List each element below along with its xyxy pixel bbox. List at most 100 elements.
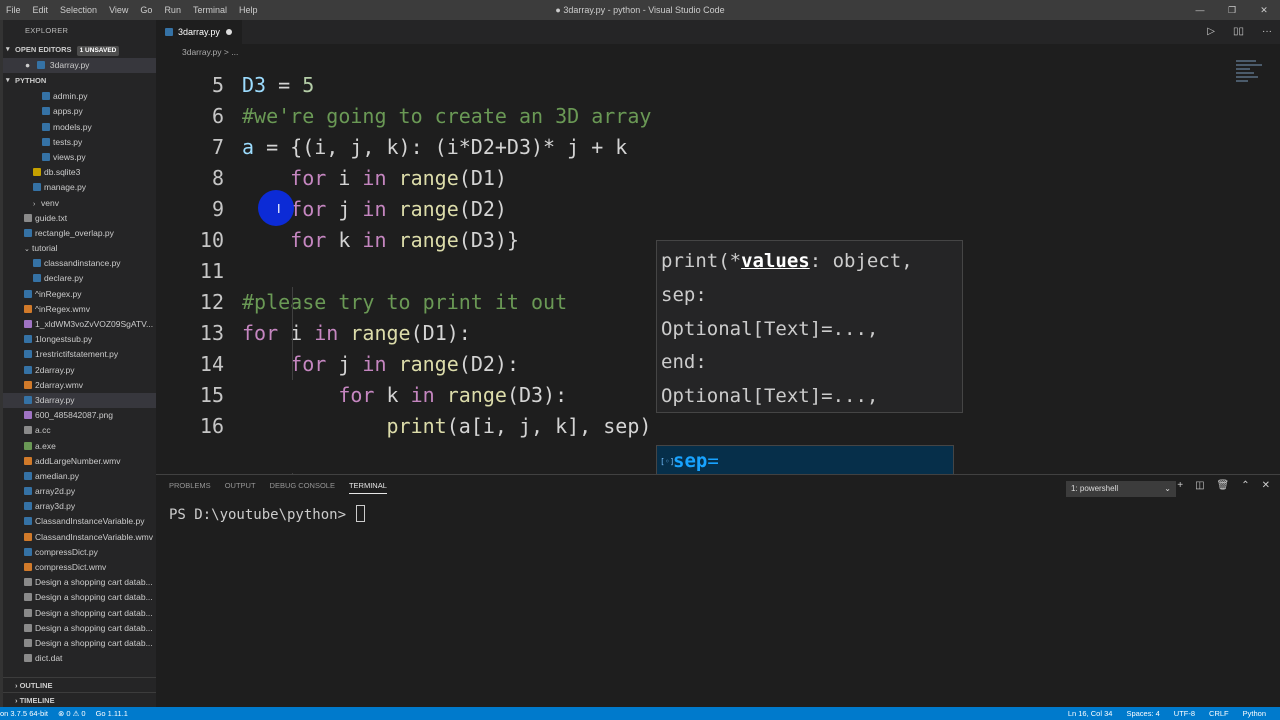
cursor-position[interactable]: Ln 16, Col 34 [1068, 707, 1113, 720]
outline-section[interactable]: › OUTLINE [3, 677, 156, 692]
file-tree-item[interactable]: compressDict.py [3, 545, 156, 560]
file-tree-item[interactable]: guide.txt [3, 211, 156, 226]
tab-output[interactable]: OUTPUT [225, 481, 256, 494]
code-line[interactable]: 6 #we're going to create an 3D array [156, 101, 1216, 132]
vid-file-icon [24, 563, 32, 571]
menu-item[interactable]: Go [134, 0, 158, 20]
close-icon[interactable]: ✕ [1248, 0, 1280, 20]
file-tree-item[interactable]: array2d.py [3, 484, 156, 499]
file-tree-item[interactable]: ⌄ tutorial [3, 241, 156, 256]
file-tree-item[interactable]: amedian.py [3, 469, 156, 484]
menu-item[interactable]: Edit [27, 0, 55, 20]
line-number: 6 [211, 104, 224, 128]
code-text: for j in range(D2): [242, 349, 519, 380]
problems-count[interactable]: ⊗ 0 ⚠ 0 [58, 707, 86, 720]
file-tree-item[interactable]: ^inRegex.wmv [3, 302, 156, 317]
file-tree-item[interactable]: declare.py [3, 271, 156, 286]
split-terminal-icon[interactable]: ◫ [1195, 480, 1204, 491]
file-tree-item[interactable]: 2darray.py [3, 363, 156, 378]
file-tree-item[interactable]: views.py [3, 150, 156, 165]
file-tree-item[interactable]: 2darray.wmv [3, 378, 156, 393]
code-line[interactable]: 5 D3 = 5 [156, 70, 1216, 101]
file-tree-item[interactable]: Design a shopping cart datab... [3, 636, 156, 651]
file-tree-item[interactable]: 1longestsub.py [3, 332, 156, 347]
tab-debug-console[interactable]: DEBUG CONSOLE [270, 481, 335, 494]
file-tree-item[interactable]: array3d.py [3, 499, 156, 514]
minimize-icon[interactable]: — [1184, 0, 1216, 20]
indentation[interactable]: Spaces: 4 [1126, 707, 1159, 720]
file-tree-item[interactable]: ^inRegex.py [3, 287, 156, 302]
tab-terminal[interactable]: TERMINAL [348, 481, 387, 494]
open-editors-section[interactable]: ▾ OPEN EDITORS 1 UNSAVED [3, 42, 156, 58]
file-tree-item[interactable]: compressDict.wmv [3, 560, 156, 575]
code-line[interactable]: 8 for i in range(D1) [156, 163, 1216, 194]
menu-item[interactable]: Terminal [187, 0, 233, 20]
file-tree-item[interactable]: a.exe [3, 439, 156, 454]
file-tree-item[interactable]: apps.py [3, 104, 156, 119]
py-file-icon [24, 517, 32, 526]
file-tree-item[interactable]: › venv [3, 196, 156, 211]
code-line[interactable]: 16 print(a[i, j, k], sep) [156, 411, 1216, 442]
tab-3darray[interactable]: 3darray.py [156, 20, 242, 44]
file-name: a.cc [35, 425, 51, 436]
maximize-panel-icon[interactable]: ⌃ [1241, 480, 1249, 491]
menu-item[interactable]: File [0, 0, 27, 20]
minimap[interactable] [1236, 60, 1266, 474]
open-editor-item[interactable]: ● 3darray.py [3, 58, 156, 74]
file-tree-item[interactable]: 600_485842087.png [3, 408, 156, 423]
terminal-select[interactable]: 1: powershell ⌄ [1066, 481, 1176, 497]
file-name: Design a shopping cart datab... [35, 622, 153, 633]
file-tree-item[interactable]: ClassandInstanceVariable.wmv [3, 530, 156, 545]
file-tree-item[interactable]: 1restrictifstatement.py [3, 347, 156, 362]
go-version[interactable]: Go 1.11.1 [96, 707, 128, 720]
timeline-section[interactable]: › TIMELINE [3, 692, 156, 707]
line-number: 14 [199, 352, 224, 376]
file-tree-item[interactable]: Design a shopping cart datab... [3, 590, 156, 605]
unsaved-dot-icon[interactable] [226, 29, 232, 35]
file-tree-item[interactable]: rectangle_overlap.py [3, 226, 156, 241]
split-editor-icon[interactable]: ▯▯ [1233, 20, 1244, 44]
breadcrumb[interactable]: 3darray.py > ... [156, 44, 1280, 60]
file-tree-item[interactable]: Design a shopping cart datab... [3, 621, 156, 636]
code-line[interactable]: 7a = {(i, j, k): (i*D2+D3)* j + k [156, 132, 1216, 163]
code-token: range [446, 383, 507, 407]
file-tree-item[interactable]: 1_xldWM3voZvVOZ09SgATV... [3, 317, 156, 332]
new-terminal-icon[interactable]: + [1177, 480, 1183, 491]
file-tree-item[interactable]: manage.py [3, 180, 156, 195]
file-tree-item[interactable]: tests.py [3, 135, 156, 150]
file-tree-item[interactable]: models.py [3, 120, 156, 135]
python-interpreter[interactable]: on 3.7.5 64-bit [0, 707, 48, 720]
folder-python-section[interactable]: ▾ PYTHON [3, 73, 156, 89]
encoding[interactable]: UTF-8 [1174, 707, 1195, 720]
suggestion-item[interactable]: [◦]sep= [657, 446, 953, 477]
file-tree-item[interactable]: Design a shopping cart datab... [3, 606, 156, 621]
file-tree-item[interactable]: admin.py [3, 89, 156, 104]
maximize-icon[interactable]: ❐ [1216, 0, 1248, 20]
run-icon[interactable]: ▷ [1207, 20, 1215, 44]
menu-item[interactable]: Run [158, 0, 187, 20]
file-tree-item[interactable]: classandinstance.py [3, 256, 156, 271]
file-tree-item[interactable]: 3darray.py [3, 392, 156, 409]
terminal-output[interactable]: PS D:\youtube\python> [169, 505, 366, 523]
window-controls: — ❐ ✕ [1184, 0, 1280, 20]
file-tree-item[interactable]: Design a shopping cart datab... [3, 575, 156, 590]
language-mode[interactable]: Python [1243, 707, 1266, 720]
file-name: 600_485842087.png [35, 410, 113, 421]
file-tree-item[interactable]: addLargeNumber.wmv [3, 454, 156, 469]
line-ending[interactable]: CRLF [1209, 707, 1229, 720]
code-token: for [290, 352, 327, 376]
more-actions-icon[interactable]: ··· [1262, 20, 1272, 44]
file-tree-item[interactable]: a.cc [3, 423, 156, 438]
chevron-down-icon: ⌄ [24, 246, 30, 254]
tab-problems[interactable]: PROBLEMS [169, 481, 211, 494]
close-panel-icon[interactable]: ✕ [1262, 480, 1270, 491]
menu-item[interactable]: Help [233, 0, 264, 20]
menu-item[interactable]: View [103, 0, 134, 20]
file-tree-item[interactable]: db.sqlite3 [3, 165, 156, 180]
file-tree-item[interactable]: dict.dat [3, 651, 156, 666]
file-tree-item[interactable]: ClassandInstanceVariable.py [3, 514, 156, 529]
trash-icon[interactable]: 🗑 [1217, 480, 1230, 491]
code-line[interactable]: 9 for j in range(D2) [156, 194, 1216, 225]
menu-item[interactable]: Selection [54, 0, 103, 20]
